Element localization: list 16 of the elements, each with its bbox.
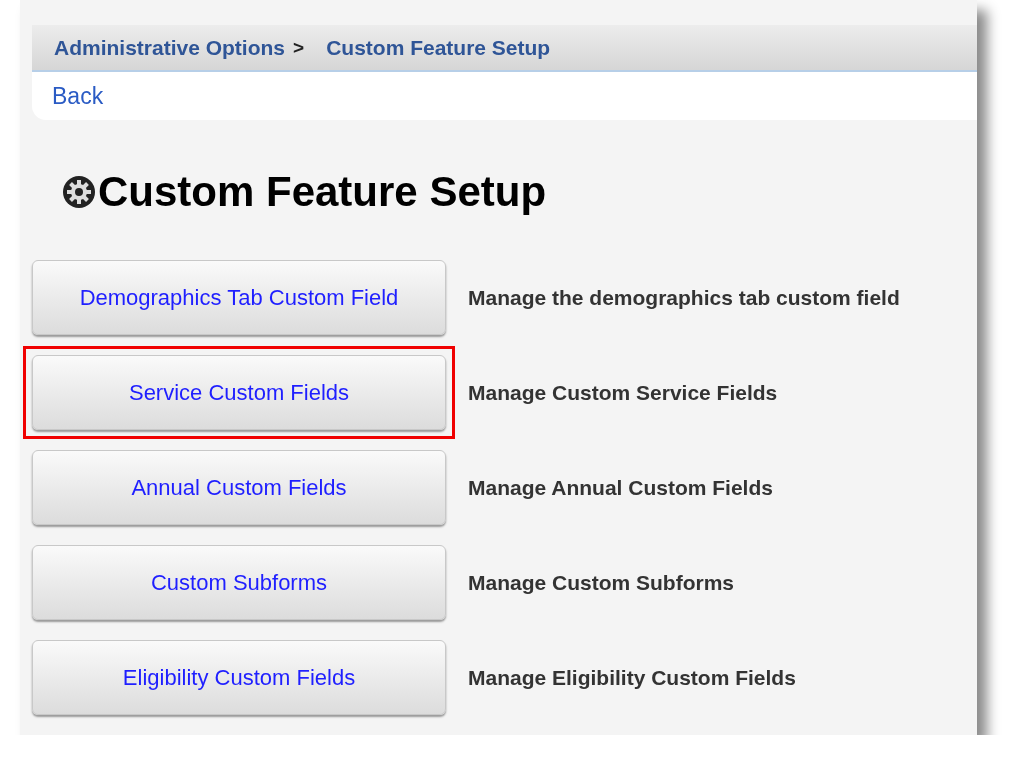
feature-description: Manage the demographics tab custom field (468, 285, 900, 310)
feature-button[interactable]: Custom Subforms (32, 545, 446, 620)
feature-button[interactable]: Service Custom Fields (32, 355, 446, 430)
feature-button[interactable]: Eligibility Custom Fields (32, 640, 446, 715)
back-link[interactable]: Back (52, 82, 104, 110)
breadcrumb-link[interactable]: Administrative Options (54, 35, 286, 60)
page-title: Custom Feature Setup (98, 168, 547, 216)
feature-description: Manage Annual Custom Fields (468, 475, 773, 500)
feature-description: Manage Eligibility Custom Fields (468, 665, 796, 690)
breadcrumb-link[interactable]: Custom Feature Setup (326, 35, 551, 60)
feature-description: Manage Custom Subforms (468, 570, 735, 595)
feature-button[interactable]: Annual Custom Fields (32, 450, 446, 525)
feature-button[interactable]: Demographics Tab Custom Field (32, 260, 446, 335)
feature-description: Manage Custom Service Fields (468, 380, 778, 405)
gear-icon (62, 175, 96, 209)
breadcrumb-separator: > (293, 36, 305, 59)
